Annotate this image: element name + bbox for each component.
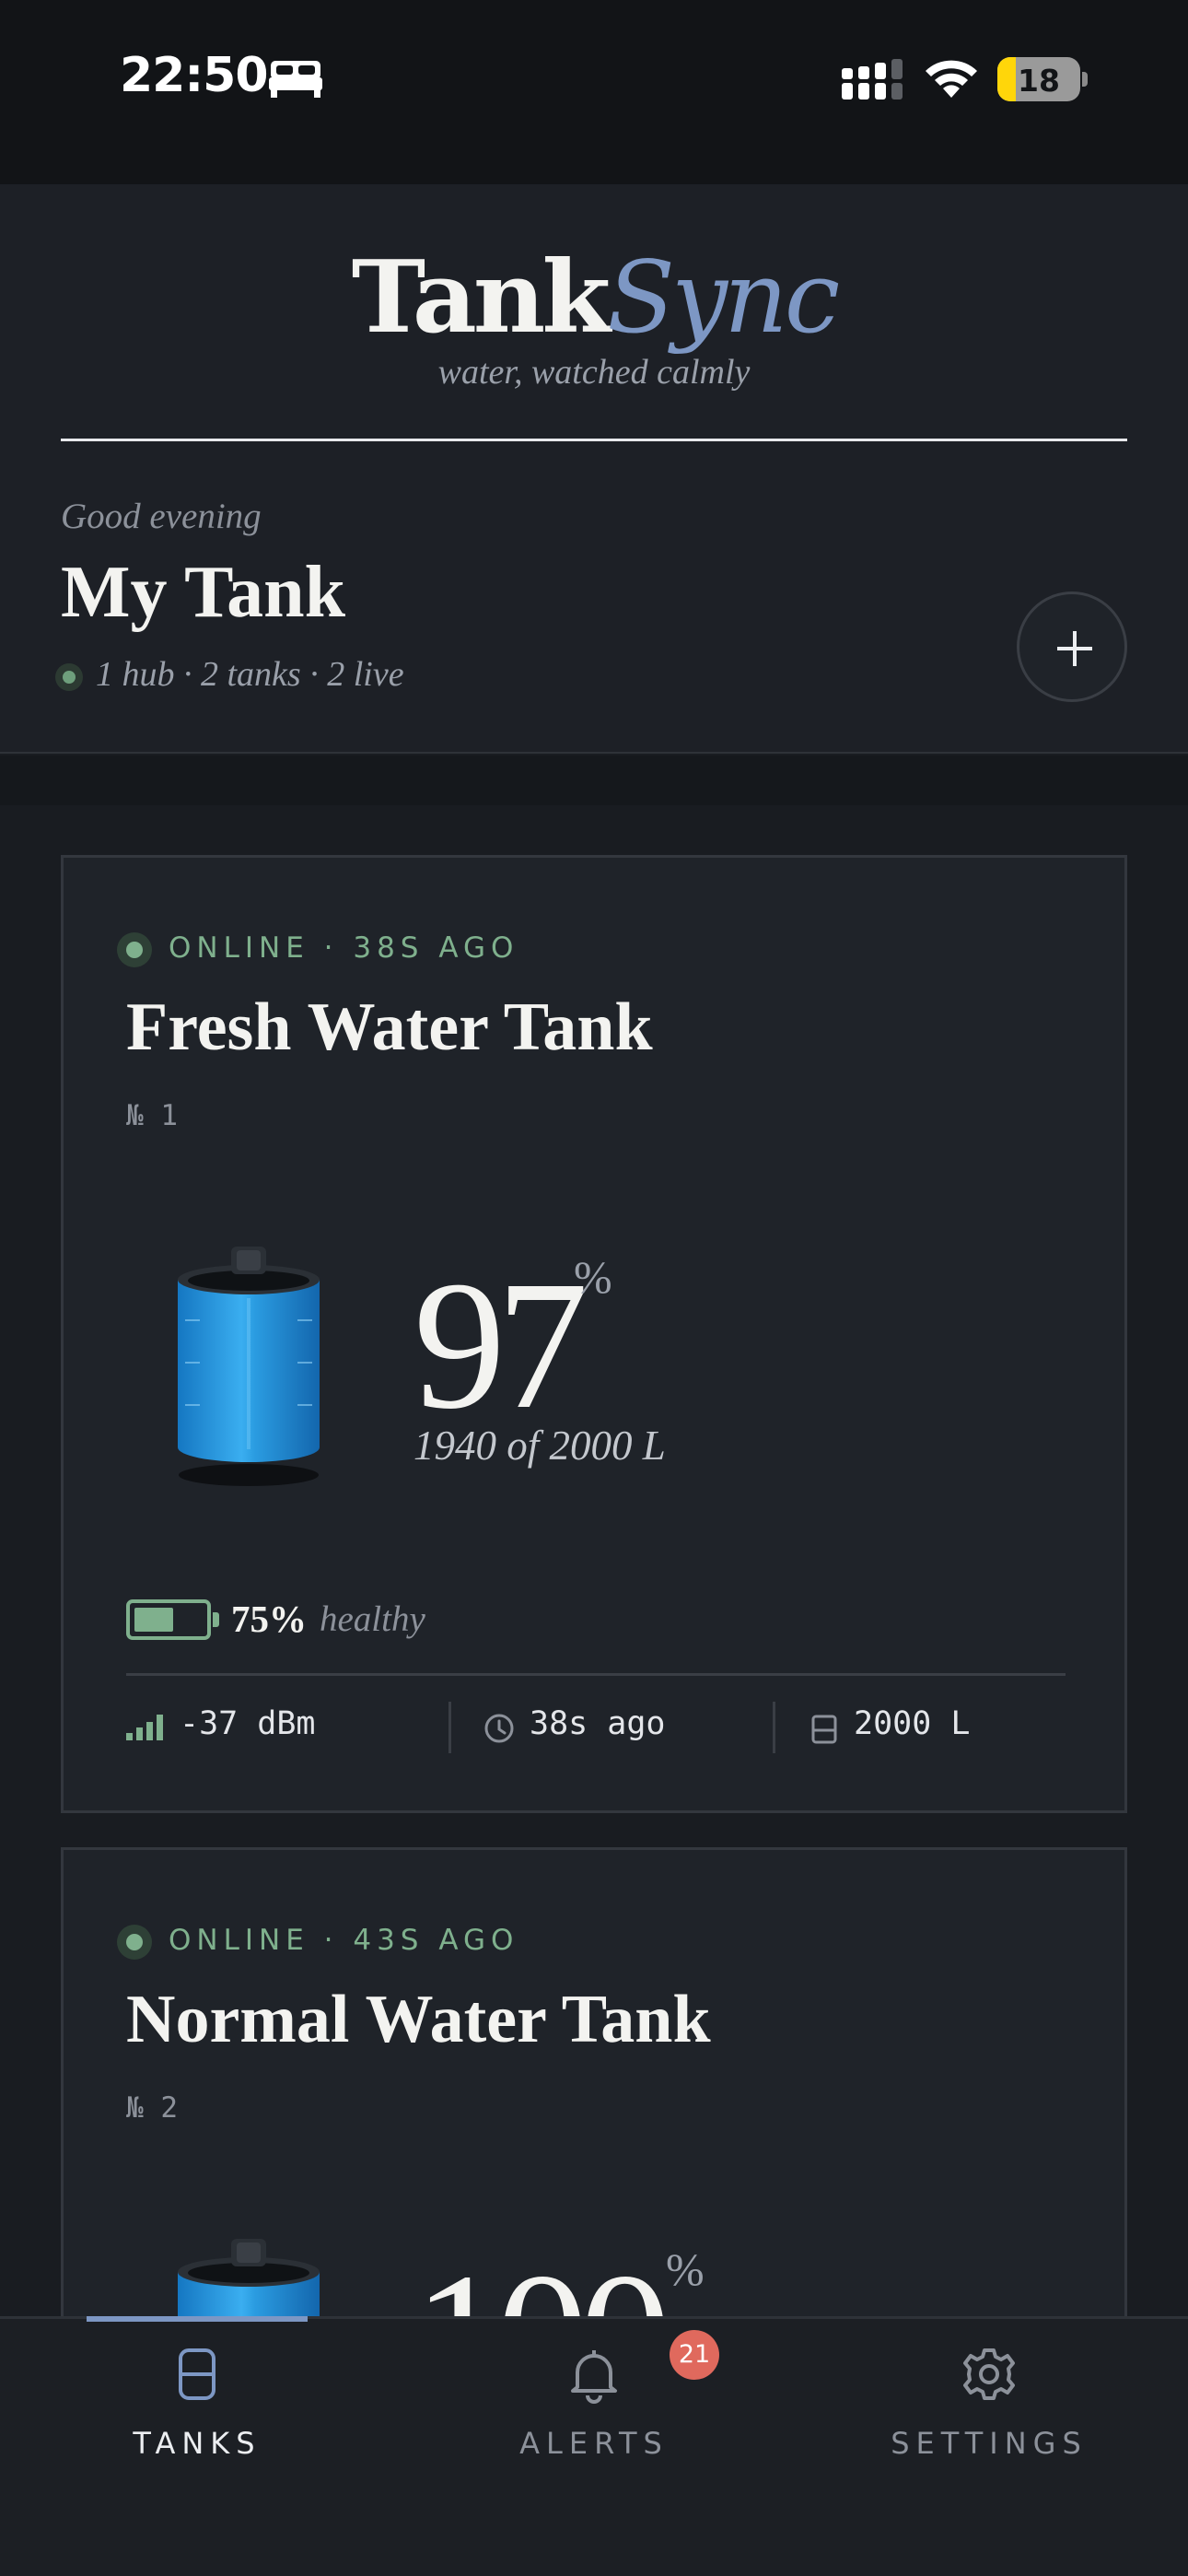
fill-percent: 97 (413, 1244, 588, 1447)
tank-name: Normal Water Tank (126, 1982, 711, 2057)
tab-alerts[interactable]: 21 ALERTS (456, 2319, 732, 2503)
status-time: 22:50 (120, 48, 269, 103)
tab-label: TANKS (133, 2426, 262, 2461)
wifi-icon (926, 60, 977, 98)
tab-label: SETTINGS (891, 2426, 1088, 2461)
greeting: Good evening (61, 497, 262, 536)
alert-count-badge: 21 (670, 2330, 719, 2380)
online-dot-icon (117, 1925, 152, 1960)
signal-icon (842, 59, 903, 100)
capacity-icon (811, 1715, 837, 1744)
brand-primary: Tank (351, 240, 611, 356)
clock-icon (484, 1714, 514, 1743)
capacity: 2000 L (854, 1705, 971, 1742)
tank-number: № 2 (126, 2091, 178, 2125)
page-title: My Tank (61, 552, 346, 633)
bed-icon (269, 61, 322, 98)
tank-card[interactable]: ONLINE · 38S AGO Fresh Water Tank № 1 97… (61, 855, 1127, 1813)
tab-bar: TANKS 21 ALERTS SETTINGS (0, 2316, 1188, 2576)
card-divider (126, 1673, 1066, 1676)
brand-accent: Sync (607, 240, 840, 356)
tank-icon (179, 2348, 215, 2400)
header-divider (61, 439, 1127, 441)
app-header: TankSync water, watched calmly Good even… (0, 184, 1188, 754)
last-seen: 38s ago (530, 1705, 666, 1742)
app-logo: TankSync (0, 240, 1188, 356)
live-status-dot (55, 663, 83, 691)
tank-cylinder-icon (178, 1247, 320, 1486)
app-screen: 22:50 18 TankSync water, watched calmly … (0, 0, 1188, 2576)
tank-number: № 1 (126, 1099, 178, 1132)
bell-icon (571, 2350, 617, 2404)
online-dot-icon (117, 932, 152, 967)
gear-icon (963, 2348, 1015, 2400)
battery-health: healthy (320, 1599, 425, 1639)
tank-volume: 1940 of 2000 L (413, 1423, 666, 1469)
add-tank-button[interactable] (1017, 591, 1127, 702)
battery-icon (126, 1599, 219, 1640)
battery-level: 18 (1018, 63, 1060, 99)
battery-icon: 18 (997, 57, 1080, 101)
percent-sign: % (666, 2243, 705, 2295)
signal-bars-icon (126, 1715, 163, 1740)
metric-divider (773, 1702, 775, 1753)
status-text: ONLINE · 38S AGO (169, 931, 519, 965)
section-separator (0, 755, 1188, 805)
hub-summary: 1 hub · 2 tanks · 2 live (96, 655, 404, 694)
tab-tanks[interactable]: TANKS (59, 2319, 335, 2503)
battery-percent: 75% (231, 1598, 307, 1640)
tank-name: Fresh Water Tank (126, 989, 653, 1065)
signal-strength: -37 dBm (180, 1705, 316, 1742)
metric-divider (448, 1702, 451, 1753)
status-text: ONLINE · 43S AGO (169, 1924, 519, 1957)
tab-settings[interactable]: SETTINGS (851, 2319, 1127, 2503)
percent-sign: % (574, 1251, 612, 1303)
status-bar: 22:50 18 (0, 0, 1188, 184)
app-tagline: water, watched calmly (437, 353, 751, 392)
battery-tip (1082, 72, 1088, 87)
tab-label: ALERTS (519, 2426, 669, 2461)
